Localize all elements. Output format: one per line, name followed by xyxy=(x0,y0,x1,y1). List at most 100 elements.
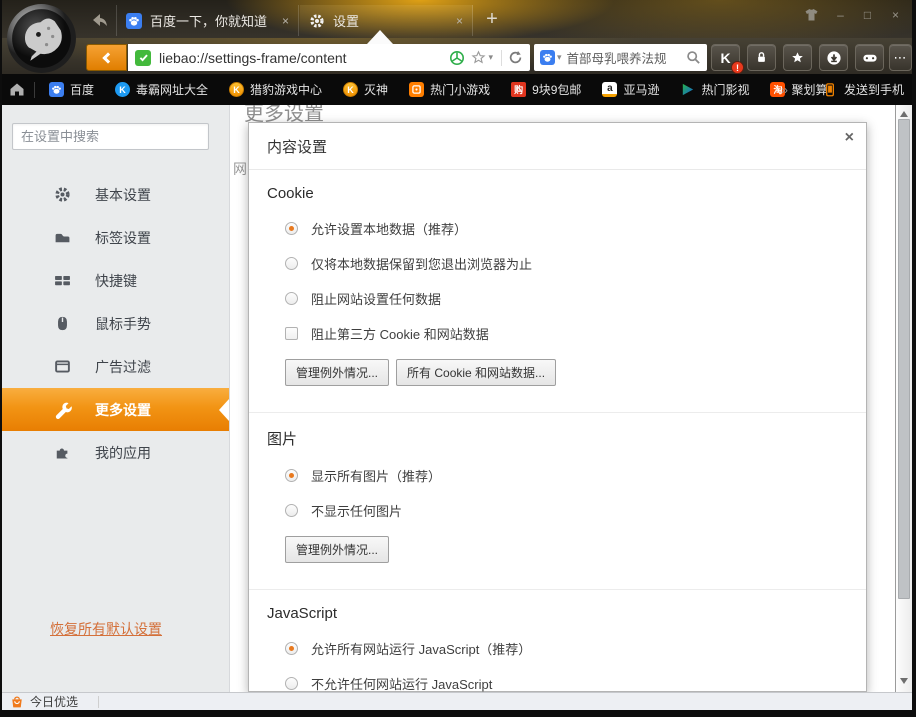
sidebar-item-label: 快捷键 xyxy=(95,272,137,289)
manage-exceptions-button[interactable]: 管理例外情况... xyxy=(285,536,390,563)
option-label: 阻止网站设置任何数据 xyxy=(311,292,442,307)
bookmark-amazon[interactable]: a 亚马逊 xyxy=(602,81,659,98)
bookmark-hot-movies[interactable]: 热门影视 xyxy=(680,81,749,98)
keyboard-icon xyxy=(54,272,71,289)
bookmark-duba[interactable]: K 毒霸网址大全 xyxy=(115,81,208,98)
tab-bar: 百度一下，你就知道 × 设置 × + – □ × xyxy=(0,0,916,38)
sidebar-item-mouse-gestures[interactable]: 鼠标手势 xyxy=(2,302,229,345)
skin-icon[interactable] xyxy=(799,5,824,24)
bookmarks-bar: 百度 K 毒霸网址大全 K 猎豹游戏中心 K 灭神 热门小游戏 购 9块9包邮 … xyxy=(0,74,916,105)
phone-icon xyxy=(823,82,837,98)
radio-button[interactable] xyxy=(285,257,298,270)
safe-wheel-icon[interactable] xyxy=(449,50,465,66)
settings-sidebar: 基本设置 标签设置 快捷键 鼠标手势 广告过滤 xyxy=(2,105,230,692)
tab-baidu[interactable]: 百度一下，你就知道 × xyxy=(116,5,299,36)
checkbox-option[interactable]: 阻止第三方 Cookie 和网站数据 xyxy=(285,324,848,343)
k-blue-icon: K xyxy=(115,82,131,97)
radio-button[interactable] xyxy=(285,222,298,235)
bookmark-star-icon[interactable] xyxy=(471,50,487,65)
radio-button[interactable] xyxy=(285,642,298,655)
bookmark-9kuai9[interactable]: 购 9块9包邮 xyxy=(511,81,581,98)
baidu-search-icon[interactable] xyxy=(540,50,555,65)
radio-option[interactable]: 允许所有网站运行 JavaScript（推荐） xyxy=(285,639,848,658)
bookmark-label: 百度 xyxy=(70,83,95,97)
liebao-logo[interactable] xyxy=(5,2,78,75)
notification-badge: ! xyxy=(731,61,744,74)
search-icon[interactable] xyxy=(686,50,701,65)
maximize-button[interactable]: □ xyxy=(855,5,880,24)
scroll-down-arrow-icon[interactable] xyxy=(900,678,908,684)
games-button[interactable] xyxy=(855,44,884,71)
window-icon xyxy=(54,358,71,375)
amazon-icon: a xyxy=(602,82,618,97)
settings-search-input[interactable] xyxy=(12,123,209,150)
radio-option[interactable]: 仅将本地数据保留到您退出浏览器为止 xyxy=(285,254,848,273)
address-bar[interactable]: liebao://settings-frame/content ▾ xyxy=(128,44,530,71)
send-to-phone[interactable]: 发送到手机 xyxy=(844,81,904,98)
puzzle-icon xyxy=(54,444,71,461)
minimize-button[interactable]: – xyxy=(828,5,853,24)
scroll-up-arrow-icon[interactable] xyxy=(900,111,908,117)
radio-option[interactable]: 不允许任何网站运行 JavaScript xyxy=(285,674,848,692)
play-icon xyxy=(680,82,695,97)
shopping-bag-icon xyxy=(10,695,24,709)
new-tab-button[interactable]: + xyxy=(481,7,503,31)
bookmark-baidu[interactable]: 百度 xyxy=(49,81,94,98)
radio-option[interactable]: 显示所有图片（推荐） xyxy=(285,466,848,485)
sidebar-item-more-settings[interactable]: 更多设置 xyxy=(2,388,229,431)
refresh-icon[interactable] xyxy=(508,50,523,65)
back-arrow-icon[interactable] xyxy=(88,11,108,28)
radio-option[interactable]: 阻止网站设置任何数据 xyxy=(285,289,848,308)
settings-menu: 基本设置 标签设置 快捷键 鼠标手势 广告过滤 更多设置 我的应用 xyxy=(2,173,229,474)
scrollbar-thumb[interactable] xyxy=(898,119,910,599)
lock-button[interactable] xyxy=(747,44,776,71)
radio-button[interactable] xyxy=(285,469,298,482)
search-hotword[interactable]: 首部母乳喂养法规 xyxy=(567,48,686,67)
favorites-button[interactable] xyxy=(783,44,812,71)
sidebar-item-tabs[interactable]: 标签设置 xyxy=(2,216,229,259)
tab-title: 百度一下，你就知道 xyxy=(150,14,268,29)
radio-option[interactable]: 不显示任何图片 xyxy=(285,501,848,520)
tab-title: 设置 xyxy=(333,14,360,29)
scrollbar[interactable] xyxy=(895,105,912,692)
radio-button[interactable] xyxy=(285,292,298,305)
bookmark-label: 热门小游戏 xyxy=(430,83,491,97)
site-verified-icon xyxy=(135,49,151,66)
radio-button[interactable] xyxy=(285,677,298,690)
chevron-down-icon[interactable]: ▾ xyxy=(488,52,493,63)
reset-defaults-link[interactable]: 恢复所有默认设置 xyxy=(50,619,162,639)
close-icon[interactable]: × xyxy=(845,129,854,147)
home-icon[interactable] xyxy=(9,82,25,97)
url-back-button[interactable] xyxy=(86,44,127,71)
manage-exceptions-button[interactable]: 管理例外情况... xyxy=(285,359,390,386)
chevron-down-icon[interactable]: ▾ xyxy=(557,52,562,63)
radio-option[interactable]: 允许设置本地数据（推荐） xyxy=(285,219,848,238)
sidebar-item-basic[interactable]: 基本设置 xyxy=(2,173,229,216)
bookmarks-right-group: » 发送到手机 xyxy=(781,74,904,105)
gou-icon: 购 xyxy=(511,82,527,97)
sidebar-item-hotkeys[interactable]: 快捷键 xyxy=(2,259,229,302)
duba-k-button[interactable]: K ! xyxy=(711,44,744,74)
checkbox[interactable] xyxy=(285,327,298,340)
menu-ellipsis-button[interactable]: ⋯ xyxy=(889,44,912,71)
section-heading-cookie: Cookie xyxy=(267,185,314,202)
radio-button[interactable] xyxy=(285,504,298,517)
download-button[interactable] xyxy=(819,44,848,71)
content-settings-modal: × 内容设置 Cookie 允许设置本地数据（推荐） 仅将本地数据保留到您退出浏… xyxy=(248,122,867,692)
bookmark-game-center[interactable]: K 猎豹游戏中心 xyxy=(229,81,322,98)
close-button[interactable]: × xyxy=(883,5,908,24)
sidebar-item-my-apps[interactable]: 我的应用 xyxy=(2,431,229,474)
option-label: 不允许任何网站运行 JavaScript xyxy=(311,677,493,692)
bookmark-label: 9块9包邮 xyxy=(532,83,582,97)
bookmark-mieshen[interactable]: K 灭神 xyxy=(343,81,388,98)
bookmark-minigames[interactable]: 热门小游戏 xyxy=(409,81,490,98)
back-chevron-icon xyxy=(102,51,114,64)
close-icon[interactable]: × xyxy=(456,14,463,28)
url-text[interactable]: liebao://settings-frame/content xyxy=(159,50,449,66)
search-box[interactable]: ▾ 首部母乳喂养法规 xyxy=(534,44,707,71)
all-cookies-button[interactable]: 所有 Cookie 和网站数据... xyxy=(396,359,557,386)
overflow-chevron-icon[interactable]: » xyxy=(781,83,788,97)
status-label[interactable]: 今日优选 xyxy=(30,693,78,710)
close-icon[interactable]: × xyxy=(282,14,289,28)
sidebar-item-ad-filter[interactable]: 广告过滤 xyxy=(2,345,229,388)
